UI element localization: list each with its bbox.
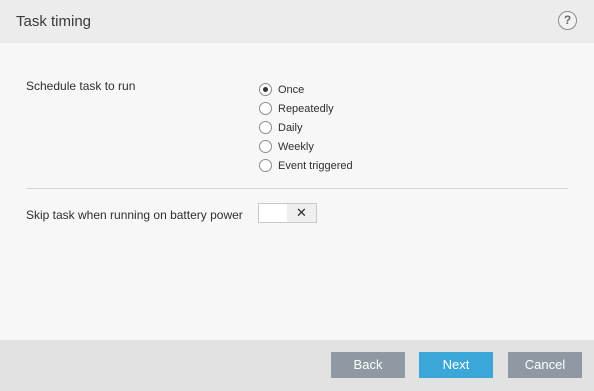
task-timing-window: Task timing ? Schedule task to run Once … bbox=[0, 0, 594, 391]
schedule-radio-group: Once Repeatedly Daily Weekly Event trigg… bbox=[258, 80, 353, 175]
schedule-label: Schedule task to run bbox=[26, 79, 136, 93]
radio-button-daily[interactable] bbox=[259, 121, 272, 134]
radio-label-repeatedly: Repeatedly bbox=[278, 102, 334, 115]
battery-setting-label: Skip task when running on battery power bbox=[26, 208, 243, 222]
radio-option-weekly[interactable]: Weekly bbox=[258, 137, 353, 156]
radio-label-once: Once bbox=[278, 83, 305, 96]
content-area: Schedule task to run Once Repeatedly Dai… bbox=[0, 43, 594, 340]
radio-option-daily[interactable]: Daily bbox=[258, 118, 353, 137]
radio-label-weekly: Weekly bbox=[278, 140, 314, 153]
header-bar: Task timing ? bbox=[0, 0, 594, 43]
radio-option-event-triggered[interactable]: Event triggered bbox=[258, 156, 353, 175]
back-button[interactable]: Back bbox=[331, 352, 405, 378]
close-icon: ✕ bbox=[287, 204, 316, 222]
footer-bar: Back Next Cancel bbox=[0, 340, 594, 391]
cancel-button[interactable]: Cancel bbox=[508, 352, 582, 378]
radio-option-once[interactable]: Once bbox=[258, 80, 353, 99]
radio-button-event-triggered[interactable] bbox=[259, 159, 272, 172]
page-title: Task timing bbox=[16, 13, 92, 30]
radio-option-repeatedly[interactable]: Repeatedly bbox=[258, 99, 353, 118]
section-divider bbox=[26, 188, 568, 189]
radio-button-weekly[interactable] bbox=[259, 140, 272, 153]
help-icon[interactable]: ? bbox=[558, 11, 577, 30]
radio-button-once[interactable] bbox=[259, 83, 272, 96]
radio-label-event-triggered: Event triggered bbox=[278, 159, 353, 172]
battery-toggle[interactable]: ✕ bbox=[258, 203, 317, 223]
radio-label-daily: Daily bbox=[278, 121, 303, 134]
radio-button-repeatedly[interactable] bbox=[259, 102, 272, 115]
next-button[interactable]: Next bbox=[419, 352, 493, 378]
